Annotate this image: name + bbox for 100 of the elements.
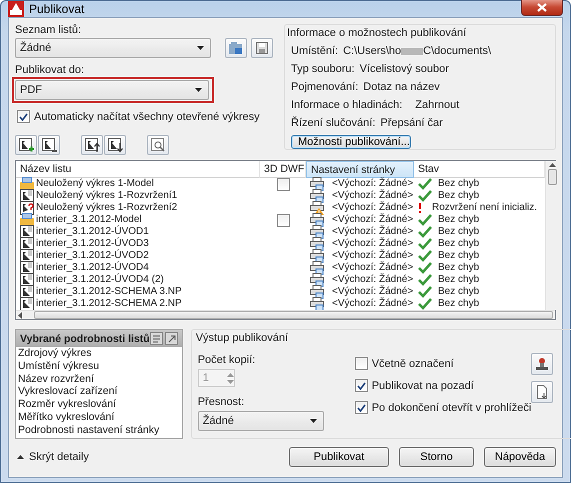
preview-button[interactable] xyxy=(147,135,169,155)
detail-item: Podrobnosti nastavení stránky xyxy=(17,424,160,437)
field-label: Počet kopií: xyxy=(198,354,256,366)
sheet-icon xyxy=(20,189,34,203)
info-value: Dotaz na název xyxy=(363,81,440,93)
info-label: Řízení slučování: xyxy=(291,117,376,129)
info-label: Informace o hladinách: xyxy=(291,99,402,111)
caret-icon xyxy=(195,88,202,92)
document-icon xyxy=(535,385,550,399)
stamp-icon xyxy=(535,357,550,371)
window-title: Publikovat xyxy=(29,2,84,16)
detail-item: Název rozvržení xyxy=(17,372,95,386)
dropdown[interactable]: Žádné xyxy=(198,411,324,431)
column-header[interactable]: Název listu xyxy=(16,161,260,178)
details-icon xyxy=(150,332,163,345)
spin-arrows-icon xyxy=(226,372,234,384)
field-label: Přesnost: xyxy=(198,396,246,408)
publish-log-button[interactable] xyxy=(531,381,554,403)
dropdown[interactable]: Žádné xyxy=(15,38,211,58)
info-value: C\documents\ xyxy=(423,45,492,57)
checkbox-label: Po dokončení otevřít v prohlížeči xyxy=(372,402,532,414)
sheet-icon xyxy=(20,249,34,263)
sheet-icon xyxy=(20,285,34,299)
close-button[interactable] xyxy=(521,0,563,16)
info-value: Zahrnout xyxy=(415,99,460,111)
panel-title: Vybrané podrobnosti listů xyxy=(20,332,150,344)
info-value: Přepsání čar xyxy=(380,117,443,129)
tick-icon xyxy=(356,404,366,412)
remove-sheet-icon xyxy=(41,137,57,153)
status-text: Bez chyb xyxy=(438,214,480,226)
detail-item: Vykreslovací zařízení xyxy=(17,385,118,398)
column-header[interactable]: Nastavení stránky xyxy=(306,161,414,178)
detail-item: Rozměr vykreslování xyxy=(17,398,118,411)
move-up-button[interactable] xyxy=(81,135,103,155)
dialog-button[interactable]: Storno xyxy=(399,446,474,466)
collapse-icon xyxy=(17,454,24,458)
field-label: Seznam listů: xyxy=(15,24,82,36)
info-label: Umístění: xyxy=(291,45,338,57)
dialog-button[interactable]: Publikovat xyxy=(289,446,389,466)
checkbox[interactable] xyxy=(354,357,368,370)
checkbox[interactable] xyxy=(354,379,368,392)
detail-item: Měřítko vykreslování xyxy=(17,410,116,424)
sheet-question-icon xyxy=(20,201,34,215)
status-text: Bez chyb xyxy=(438,238,480,250)
scroll-left-icon xyxy=(18,312,22,318)
caret-icon xyxy=(197,46,204,50)
stamp-button[interactable] xyxy=(531,353,554,375)
info-value: C:\Users\ho xyxy=(343,45,402,57)
checkbox-label: Automaticky načítat všechny otevřené výkresy xyxy=(34,110,260,122)
sheet-icon xyxy=(20,261,34,275)
group-title: Výstup publikování xyxy=(196,332,290,346)
field-label: Publikovat do: xyxy=(15,64,86,76)
sheet-icon xyxy=(20,225,34,239)
sheet-icon xyxy=(20,273,34,287)
detail-item: Umístění výkresu xyxy=(17,360,100,373)
status-text: Bez chyb xyxy=(438,226,480,238)
move-up-icon xyxy=(84,137,100,153)
checkbox-label: Publikovat na pozadí xyxy=(372,380,474,392)
sheet-icon xyxy=(20,297,34,311)
group-title: Informace o možnostech publikování xyxy=(287,27,468,39)
move-down-icon xyxy=(107,137,123,153)
scroll-up-icon xyxy=(549,163,556,167)
hide-details-toggle[interactable]: Skrýt detaily xyxy=(17,450,89,462)
tick-icon xyxy=(19,112,28,120)
remove-sheets-button[interactable] xyxy=(38,135,60,155)
caret-icon xyxy=(310,419,317,423)
checkbox[interactable] xyxy=(17,110,30,123)
app-icon xyxy=(8,1,24,17)
info-label: Pojmenování: xyxy=(291,81,358,93)
scrollbar[interactable] xyxy=(545,161,559,310)
load-list-button[interactable] xyxy=(225,38,247,58)
sheet-name-cell[interactable]: Neuložený výkres 1-Rozvržení2 xyxy=(16,202,260,214)
close-icon xyxy=(537,2,547,12)
add-sheets-button[interactable] xyxy=(15,135,37,155)
status-text: Bez chyb xyxy=(438,298,480,310)
checkbox-label: Včetně označení xyxy=(372,358,454,370)
magnifier-icon xyxy=(150,137,166,153)
status-text: Rozvržení není inicializ. xyxy=(432,202,538,214)
publish-options-button[interactable]: Možnosti publikování... xyxy=(291,135,411,149)
status-text: Bez chyb xyxy=(438,262,480,274)
status-text: Bez chyb xyxy=(438,250,480,262)
status-text: Bez chyb xyxy=(438,274,480,286)
move-down-button[interactable] xyxy=(104,135,126,155)
info-value: Vícelistový soubor xyxy=(360,63,449,75)
folder-icon xyxy=(229,42,243,54)
sheet-icon xyxy=(20,237,34,251)
status-text: Bez chyb xyxy=(438,286,480,298)
dropdown[interactable]: PDF xyxy=(15,80,209,100)
scrollbar-thumb[interactable] xyxy=(548,169,557,185)
checkbox[interactable] xyxy=(276,214,290,226)
save-list-button[interactable] xyxy=(251,38,273,58)
checkbox[interactable] xyxy=(354,401,368,414)
status-text: Bez chyb xyxy=(438,190,480,202)
detail-item: Zdrojový výkres xyxy=(17,347,93,360)
dialog-button[interactable]: Nápověda xyxy=(484,446,556,466)
checkbox[interactable] xyxy=(276,178,290,190)
tick-icon xyxy=(356,382,366,390)
status-text: Bez chyb xyxy=(438,178,480,190)
info-label: Typ souboru: xyxy=(291,63,355,75)
add-sheet-icon xyxy=(18,137,34,153)
